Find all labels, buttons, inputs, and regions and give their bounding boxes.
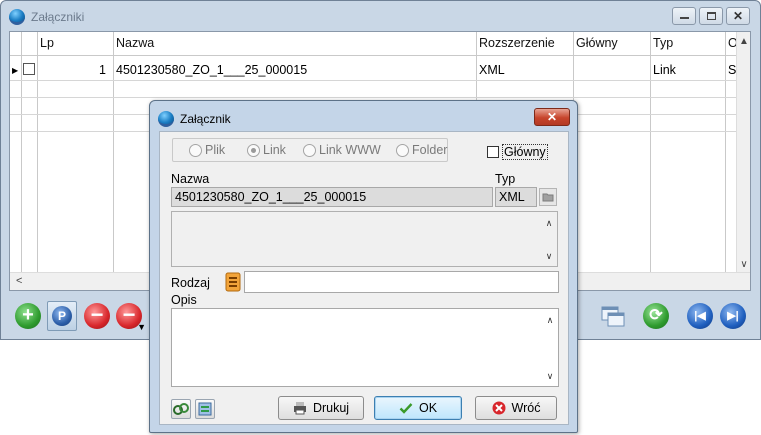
scroll-down-icon[interactable]: ∨	[737, 259, 750, 270]
scroll-up-icon[interactable]: ▲	[737, 36, 750, 47]
row-checkbox[interactable]	[23, 63, 35, 75]
print-button[interactable]: Drukuj	[278, 396, 364, 420]
last-icon: ▶|	[720, 303, 746, 329]
cancel-icon	[492, 401, 506, 415]
radio-label: Link WWW	[319, 143, 381, 157]
radio-circle	[189, 143, 202, 157]
scroll-left-icon[interactable]: <	[16, 275, 22, 287]
first-record-button[interactable]: |◀	[687, 303, 713, 329]
cell-rozszerzenie: XML	[479, 63, 505, 77]
app-icon	[9, 9, 25, 25]
close-button[interactable]: ✕	[726, 7, 750, 25]
radio-label: Folder	[412, 143, 448, 157]
list-picker-icon	[225, 272, 241, 292]
scroll-down-icon[interactable]: ∨	[542, 371, 558, 382]
opis-scrollbar[interactable]: ∧ ∨	[542, 309, 558, 386]
dialog-app-icon	[158, 111, 174, 127]
memo-scrollbar[interactable]: ∧ ∨	[541, 212, 557, 266]
refresh-button[interactable]: ⟳	[643, 303, 669, 329]
refresh-icon: ⟳	[643, 303, 669, 329]
browse-button[interactable]	[539, 188, 557, 206]
radio-circle-selected	[247, 143, 260, 157]
nazwa-label: Nazwa	[171, 172, 210, 186]
attachment-dialog: Załącznik ✕ Plik Link Link WWW Folder Gł…	[149, 100, 578, 433]
radio-circle	[396, 143, 409, 157]
dialog-title: Załącznik	[180, 112, 231, 126]
cell-typ: Link	[653, 63, 676, 77]
cell-lp: 1	[99, 63, 106, 77]
scroll-up-icon[interactable]: ∧	[541, 218, 557, 229]
opis-label: Opis	[171, 293, 197, 307]
remove-button[interactable]: −	[84, 303, 110, 329]
first-icon: |◀	[687, 303, 713, 329]
nazwa-field[interactable]: 4501230580_ZO_1___25_000015	[171, 187, 493, 207]
close-icon: ✕	[546, 110, 558, 124]
rodzaj-field[interactable]	[244, 271, 559, 293]
rodzaj-label: Rodzaj	[171, 276, 210, 290]
column-header-glowny[interactable]: Główny	[576, 36, 618, 50]
magnifier-icon: P	[52, 306, 72, 326]
link-memo[interactable]: ∧ ∨	[171, 211, 558, 267]
windows-icon	[601, 306, 625, 327]
radio-link[interactable]: Link	[247, 143, 286, 157]
rodzaj-picker-button[interactable]	[224, 272, 242, 292]
back-label: Wróć	[511, 401, 541, 415]
dialog-body: Plik Link Link WWW Folder Główny Nazwa T…	[159, 131, 569, 425]
dropdown-arrow-icon: ▼	[137, 322, 146, 332]
radio-link-www[interactable]: Link WWW	[303, 143, 381, 157]
print-label: Drukuj	[312, 401, 350, 415]
opis-field[interactable]: ∧ ∨	[171, 308, 559, 387]
glowny-label: Główny	[502, 144, 548, 160]
title-bar: Załączniki ✕	[1, 1, 760, 31]
radio-plik[interactable]: Plik	[189, 143, 225, 157]
minus-icon: −	[84, 303, 110, 329]
printer-icon	[293, 401, 307, 415]
preview-button[interactable]: P	[47, 301, 77, 331]
radio-folder[interactable]: Folder	[396, 143, 447, 157]
scanner-icon	[198, 402, 212, 416]
column-header-nazwa[interactable]: Nazwa	[116, 36, 154, 50]
typ-field[interactable]: XML	[495, 187, 537, 207]
windows-button[interactable]	[600, 303, 626, 329]
window-title: Załączniki	[31, 10, 85, 24]
last-record-button[interactable]: ▶|	[720, 303, 746, 329]
remove-options-button[interactable]: − ▼	[116, 303, 146, 332]
radio-circle	[303, 143, 316, 157]
column-header-typ[interactable]: Typ	[653, 36, 673, 50]
radio-label: Plik	[205, 143, 226, 157]
scroll-up-icon[interactable]: ∧	[542, 315, 558, 326]
grid-header: Lp Nazwa Rozszerzenie Główny Typ O	[10, 32, 750, 56]
column-header-rozszerzenie[interactable]: Rozszerzenie	[479, 36, 555, 50]
window-controls: ✕	[669, 7, 750, 25]
cell-nazwa: 4501230580_ZO_1___25_000015	[116, 63, 308, 77]
radio-label: Link	[263, 143, 286, 157]
dialog-close-button[interactable]: ✕	[534, 108, 570, 126]
folder-icon	[539, 188, 557, 206]
scan-button[interactable]	[195, 399, 215, 419]
minimize-button[interactable]	[672, 7, 696, 25]
checkbox-box	[487, 146, 499, 158]
column-header-lp[interactable]: Lp	[40, 36, 54, 50]
source-type-radio-group: Plik Link Link WWW Folder	[172, 138, 448, 162]
plus-icon: +	[15, 303, 41, 329]
minimize-icon	[680, 17, 689, 19]
checkmark-icon	[399, 401, 413, 415]
maximize-icon	[707, 12, 716, 20]
scroll-down-icon[interactable]: ∨	[541, 251, 557, 262]
link-tools-button[interactable]	[171, 399, 191, 419]
ok-button[interactable]: OK	[374, 396, 462, 420]
typ-label: Typ	[495, 172, 516, 186]
row-indicator-icon: ▶	[12, 66, 19, 75]
glowny-checkbox[interactable]: Główny	[487, 144, 548, 160]
link-icon	[173, 403, 189, 415]
maximize-button[interactable]	[699, 7, 723, 25]
close-icon: ✕	[732, 9, 744, 23]
add-button[interactable]: +	[15, 303, 41, 329]
ok-label: OK	[418, 401, 438, 415]
grid-vertical-scrollbar[interactable]: ▲ ∨	[736, 32, 750, 272]
back-button[interactable]: Wróć	[475, 396, 557, 420]
